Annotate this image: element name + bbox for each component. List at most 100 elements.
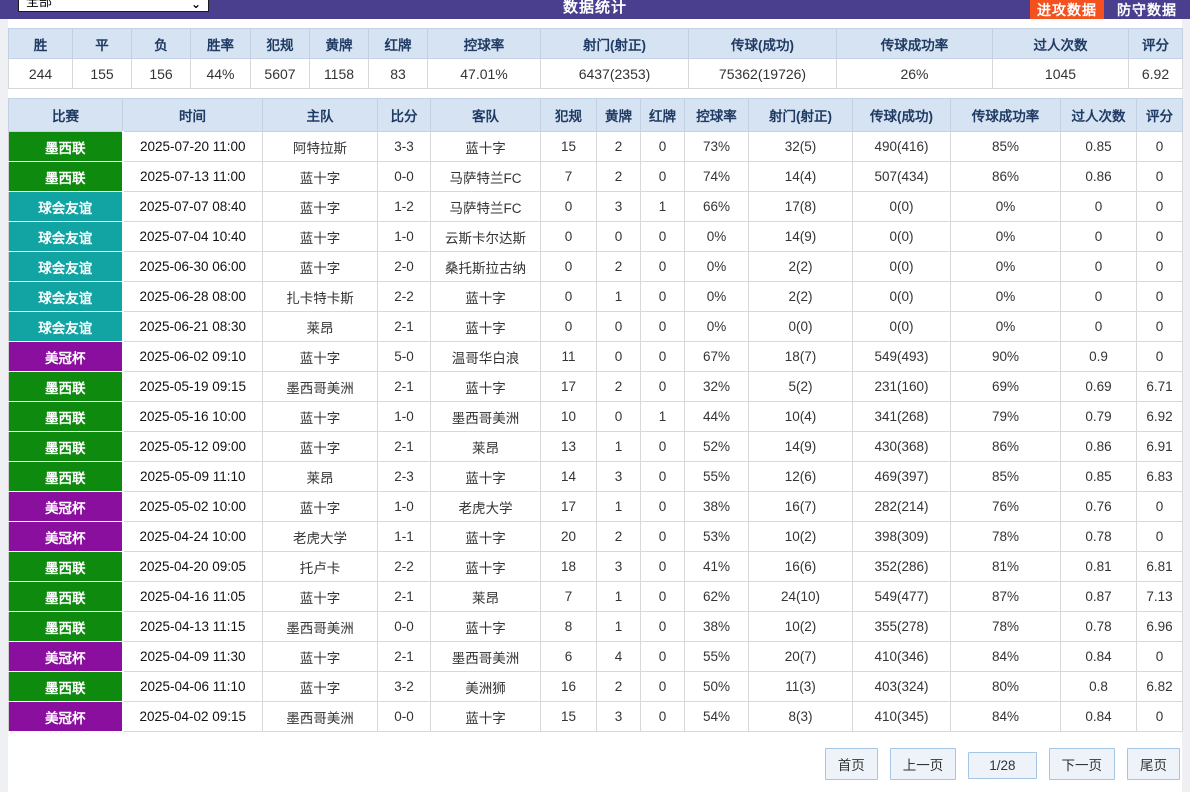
summary-value-cell: 47.01% [427, 58, 541, 89]
time-cell: 2025-04-20 09:05 [122, 551, 263, 582]
summary-header-cell: 过人次数 [992, 28, 1129, 59]
passes-cell: 469(397) [852, 461, 951, 492]
red-cards-cell: 0 [640, 341, 685, 372]
score-cell: 3-2 [377, 671, 431, 702]
rating-cell: 0 [1136, 491, 1183, 522]
rating-cell: 6.83 [1136, 461, 1183, 492]
table-row: 墨西联 2025-05-09 11:10 莱昂 2-3 蓝十字 14 3 0 55% 12(6) 4… [8, 461, 1183, 492]
fouls-cell: 0 [540, 251, 597, 282]
table-row: 美冠杯 2025-04-09 11:30 蓝十字 2-1 墨西哥美洲 6 4 0 55% 20(7… [8, 641, 1183, 672]
possession-cell: 74% [684, 161, 749, 192]
pass-rate-cell: 87% [950, 581, 1061, 612]
score-cell: 1-1 [377, 521, 431, 552]
away-team-cell: 蓝十字 [430, 281, 541, 312]
time-cell: 2025-04-13 11:15 [122, 611, 263, 642]
summary-header-cell: 胜率 [190, 28, 251, 59]
score-cell: 1-0 [377, 401, 431, 432]
summary-value-cell: 155 [72, 58, 132, 89]
time-cell: 2025-06-28 08:00 [122, 281, 263, 312]
rating-cell: 6.96 [1136, 611, 1183, 642]
shots-cell: 16(7) [748, 491, 853, 522]
dribbles-cell: 0 [1060, 251, 1137, 282]
fouls-cell: 10 [540, 401, 597, 432]
summary-header-cell: 胜 [8, 28, 73, 59]
dribbles-cell: 0.78 [1060, 611, 1137, 642]
time-cell: 2025-06-02 09:10 [122, 341, 263, 372]
time-cell: 2025-05-16 10:00 [122, 401, 263, 432]
fouls-cell: 17 [540, 371, 597, 402]
column-header: 黄牌 [596, 98, 641, 132]
league-badge-cell: 美冠杯 [8, 341, 124, 372]
score-cell: 1-2 [377, 191, 431, 222]
defense-data-button[interactable]: 防守数据 [1110, 0, 1184, 19]
league-badge-cell: 墨西联 [8, 431, 124, 462]
red-cards-cell: 0 [640, 611, 685, 642]
summary-value-row: 244 155 156 44% 5607 1158 83 47.01% 6437(2353) 75… [8, 58, 1183, 89]
time-cell: 2025-06-30 06:00 [122, 251, 263, 282]
home-team-cell: 蓝十字 [262, 341, 378, 372]
shots-cell: 16(6) [748, 551, 853, 582]
possession-cell: 54% [684, 701, 749, 732]
summary-header-cell: 黄牌 [309, 28, 369, 59]
score-cell: 2-1 [377, 371, 431, 402]
fouls-cell: 0 [540, 191, 597, 222]
column-header: 控球率 [684, 98, 749, 132]
possession-cell: 38% [684, 491, 749, 522]
passes-cell: 355(278) [852, 611, 951, 642]
home-team-cell: 蓝十字 [262, 161, 378, 192]
passes-cell: 398(309) [852, 521, 951, 552]
next-page-button[interactable]: 下一页 [1048, 748, 1115, 780]
pass-rate-cell: 85% [950, 461, 1061, 492]
away-team-cell: 桑托斯拉古纳 [430, 251, 541, 282]
table-row: 球会友谊 2025-06-21 08:30 莱昂 2-1 蓝十字 0 0 0 0% 0(0) 0(0… [8, 311, 1183, 342]
rating-cell: 0 [1136, 251, 1183, 282]
red-cards-cell: 0 [640, 371, 685, 402]
passes-cell: 0(0) [852, 281, 951, 312]
column-header: 传球成功率 [950, 98, 1061, 132]
yellow-cards-cell: 3 [596, 461, 641, 492]
summary-value-cell: 6437(2353) [540, 58, 689, 89]
column-header: 红牌 [640, 98, 685, 132]
away-team-cell: 蓝十字 [430, 551, 541, 582]
column-header: 时间 [122, 98, 263, 132]
time-cell: 2025-04-09 11:30 [122, 641, 263, 672]
pass-rate-cell: 69% [950, 371, 1061, 402]
passes-cell: 0(0) [852, 221, 951, 252]
last-page-button[interactable]: 尾页 [1127, 748, 1180, 780]
home-team-cell: 墨西哥美洲 [262, 611, 378, 642]
yellow-cards-cell: 2 [596, 251, 641, 282]
page: 全部 ⌄ 数据统计 进攻数据 防守数据 胜平负胜率 犯规 黄牌 红牌 控球率 射门(射正)… [0, 0, 1190, 792]
yellow-cards-cell: 0 [596, 311, 641, 342]
fouls-cell: 13 [540, 431, 597, 462]
shots-cell: 11(3) [748, 671, 853, 702]
rating-cell: 7.13 [1136, 581, 1183, 612]
dribbles-cell: 0.85 [1060, 461, 1137, 492]
league-badge-cell: 球会友谊 [8, 251, 124, 282]
filter-select[interactable]: 全部 ⌄ [18, 0, 209, 12]
attack-data-button[interactable]: 进攻数据 [1030, 0, 1104, 19]
rating-cell: 0 [1136, 281, 1183, 312]
passes-cell: 430(368) [852, 431, 951, 462]
time-cell: 2025-07-07 08:40 [122, 191, 263, 222]
prev-page-button[interactable]: 上一页 [889, 748, 957, 780]
league-badge-cell: 墨西联 [8, 371, 124, 402]
summary-header-cell: 负 [131, 28, 191, 59]
table-row: 美冠杯 2025-06-02 09:10 蓝十字 5-0 温哥华白浪 11 0 0 67% 18(… [8, 341, 1183, 372]
passes-cell: 352(286) [852, 551, 951, 582]
away-team-cell: 蓝十字 [430, 131, 541, 162]
table-row: 墨西联 2025-05-16 10:00 蓝十字 1-0 墨西哥美洲 10 0 1 44% 10(… [8, 401, 1183, 432]
league-badge-cell: 墨西联 [8, 581, 124, 612]
possession-cell: 0% [684, 311, 749, 342]
home-team-cell: 蓝十字 [262, 491, 378, 522]
shots-cell: 0(0) [748, 311, 853, 342]
pagination: 首页 上一页 1/28 下一页 尾页 [8, 748, 1182, 780]
away-team-cell: 云斯卡尔达斯 [430, 221, 541, 252]
away-team-cell: 莱昂 [430, 581, 541, 612]
time-cell: 2025-04-24 10:00 [122, 521, 263, 552]
summary-value-cell: 6.92 [1128, 58, 1183, 89]
first-page-button[interactable]: 首页 [824, 748, 878, 780]
away-team-cell: 蓝十字 [430, 311, 541, 342]
time-cell: 2025-05-02 10:00 [122, 491, 263, 522]
column-header: 客队 [430, 98, 541, 132]
fouls-cell: 0 [540, 311, 597, 342]
